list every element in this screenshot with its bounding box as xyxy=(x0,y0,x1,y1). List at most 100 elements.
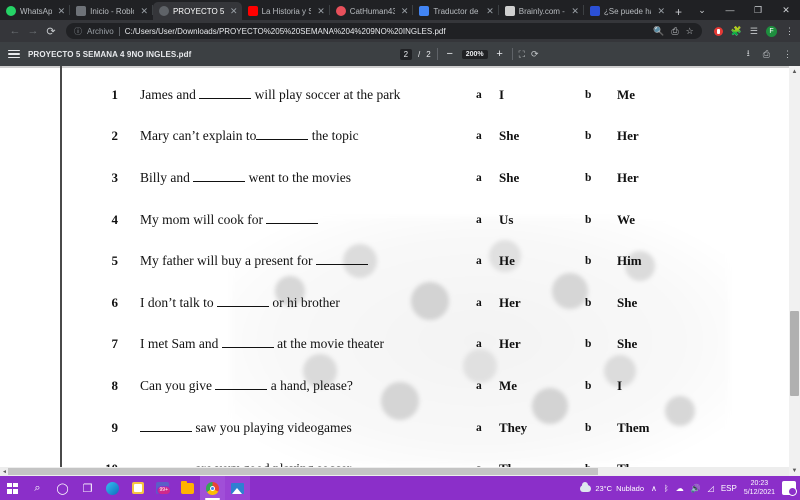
forward-button[interactable]: → xyxy=(24,22,42,40)
chrome-menu-button[interactable]: ⋮ xyxy=(785,26,794,37)
pdf-more-button[interactable]: ⋮ xyxy=(783,49,792,60)
cortana-button[interactable]: ◯ xyxy=(50,476,75,500)
option-a-value[interactable]: She xyxy=(499,170,585,186)
tab-close-icon[interactable]: ✕ xyxy=(56,6,66,16)
current-page-input[interactable]: 2 xyxy=(399,48,413,60)
menu-icon[interactable] xyxy=(8,48,20,61)
browser-tab-sepuedehacer[interactable]: ¿Se puede hac ✕ xyxy=(584,2,669,20)
close-window-button[interactable]: ✕ xyxy=(772,0,800,20)
option-b-value[interactable]: Her xyxy=(617,128,639,144)
vertical-scroll-thumb[interactable] xyxy=(790,311,799,396)
option-b-value[interactable]: Them xyxy=(617,420,650,436)
option-b-value[interactable]: Him xyxy=(617,253,642,269)
option-b-value[interactable]: Me xyxy=(617,87,635,103)
back-button[interactable]: ← xyxy=(6,22,24,40)
new-tab-button[interactable]: + xyxy=(669,4,688,20)
option-b-value[interactable]: We xyxy=(617,212,635,228)
system-tray: 23°C Nublado ∧ ᛒ ☁ 🔊 ◿ ESP 20:23 5/12/20… xyxy=(580,479,800,497)
recording-indicator-icon[interactable] xyxy=(713,26,723,36)
scroll-up-icon[interactable]: ▲ xyxy=(789,66,800,77)
address-bar[interactable]: ⓘ Archivo C:/Users/User/Downloads/PROYEC… xyxy=(66,23,702,39)
option-a-value[interactable]: He xyxy=(499,253,585,269)
tab-search-icon[interactable]: ⌄ xyxy=(688,0,716,20)
file-explorer-button[interactable] xyxy=(175,476,200,500)
tab-close-icon[interactable]: ✕ xyxy=(228,6,238,16)
vertical-scrollbar[interactable]: ▲ ▼ xyxy=(789,66,800,476)
bluetooth-icon[interactable]: ᛒ xyxy=(664,484,669,493)
site-info-icon[interactable]: ⓘ xyxy=(74,26,82,37)
options: a Me b I xyxy=(476,378,622,394)
question-text: Billy and went to the movies xyxy=(140,169,351,185)
photos-button[interactable] xyxy=(225,476,250,500)
profile-avatar[interactable]: F xyxy=(766,25,777,37)
zoom-in-button[interactable]: + xyxy=(494,48,506,60)
browser-tab-roblox[interactable]: Inicio - Roblox ✕ xyxy=(70,2,152,20)
tab-close-icon[interactable]: ✕ xyxy=(315,6,325,16)
option-b-value[interactable]: She xyxy=(617,295,637,311)
tab-title: Traductor de G xyxy=(433,6,480,16)
start-button[interactable] xyxy=(0,476,25,500)
puzzle-extensions-icon[interactable]: 🧩 xyxy=(731,26,742,37)
scroll-down-icon[interactable]: ▼ xyxy=(789,465,800,476)
print-icon[interactable]: ⎙ xyxy=(763,49,770,60)
option-a-value[interactable]: They xyxy=(499,420,585,436)
option-a-value[interactable]: Her xyxy=(499,336,585,352)
browser-tab-proyecto5[interactable]: PROYECTO 5 SE ✕ xyxy=(152,2,242,20)
horizontal-scrollbar[interactable]: ◄ xyxy=(0,467,789,476)
option-a-value[interactable]: Her xyxy=(499,295,585,311)
option-a-value[interactable]: She xyxy=(499,128,585,144)
browser-tab-lahistoria[interactable]: La Historia y Se ✕ xyxy=(242,2,329,20)
notifications-icon[interactable] xyxy=(782,481,797,496)
option-a-value[interactable]: Us xyxy=(499,212,585,228)
question-number: 8 xyxy=(111,377,119,393)
fit-page-icon[interactable]: ⛶ xyxy=(519,49,525,60)
search-icon[interactable]: 🔍 xyxy=(653,26,664,37)
cloud-icon xyxy=(580,481,592,492)
task-view-button[interactable]: ❐ xyxy=(75,476,100,500)
tab-close-icon[interactable]: ✕ xyxy=(655,6,665,16)
language-indicator[interactable]: ESP xyxy=(721,484,737,493)
search-button[interactable]: ⌕ xyxy=(25,476,50,500)
onedrive-icon[interactable]: ☁ xyxy=(676,484,684,493)
option-a-letter: a xyxy=(476,338,482,351)
pdf-page-controls: 2 / 2 − 200% + ⛶ ⟳ xyxy=(399,48,539,60)
tray-expand-icon[interactable]: ∧ xyxy=(651,484,657,493)
weather-widget[interactable]: 23°C Nublado xyxy=(580,481,644,493)
option-b-value[interactable]: I xyxy=(617,378,622,394)
download-icon[interactable]: ⭳ xyxy=(747,46,750,62)
horizontal-scroll-thumb[interactable] xyxy=(8,468,598,475)
maximize-button[interactable]: ❐ xyxy=(744,0,772,20)
tab-title: CatHuman436 xyxy=(349,6,395,16)
wifi-icon[interactable]: ◿ xyxy=(708,484,714,493)
minimize-button[interactable]: — xyxy=(716,0,744,20)
edge-button[interactable] xyxy=(100,476,125,500)
chrome-button[interactable] xyxy=(200,476,225,500)
rotate-icon[interactable]: ⟳ xyxy=(531,49,539,60)
browser-tab-whatsapp[interactable]: WhatsApp ✕ xyxy=(0,2,69,20)
tab-close-icon[interactable]: ✕ xyxy=(399,6,409,16)
pdf-document-area[interactable]: 1 James and will play soccer at the park… xyxy=(0,66,800,476)
zoom-out-button[interactable]: − xyxy=(444,48,456,60)
bookmark-star-icon[interactable]: ☆ xyxy=(686,26,694,37)
option-a-value[interactable]: Me xyxy=(499,378,585,394)
question-number: 6 xyxy=(111,294,119,310)
store-button[interactable] xyxy=(125,476,150,500)
option-a-value[interactable]: I xyxy=(499,87,585,103)
tab-close-icon[interactable]: ✕ xyxy=(138,6,148,16)
option-b-value[interactable]: Her xyxy=(617,170,639,186)
tab-close-icon[interactable]: ✕ xyxy=(569,6,579,16)
option-b-value[interactable]: She xyxy=(617,336,637,352)
browser-tab-traductor[interactable]: Traductor de G ✕ xyxy=(413,2,497,20)
browser-tab-brainly[interactable]: Brainly.com - F ✕ xyxy=(499,2,583,20)
teams-button[interactable]: 99+ xyxy=(150,476,175,500)
share-icon[interactable]: ⎙ xyxy=(671,26,678,37)
reload-button[interactable]: ⟳ xyxy=(42,22,60,40)
clock[interactable]: 20:23 5/12/2021 xyxy=(744,479,775,497)
toolbar-divider xyxy=(511,48,513,60)
volume-icon[interactable]: 🔊 xyxy=(691,484,701,493)
browser-tab-cathuman[interactable]: CatHuman436 ✕ xyxy=(330,2,413,20)
reading-list-icon[interactable]: ☰ xyxy=(750,26,758,37)
tab-close-icon[interactable]: ✕ xyxy=(484,6,494,16)
option-a-letter: a xyxy=(476,255,482,268)
url-text: C:/Users/User/Downloads/PROYECTO%205%20S… xyxy=(124,26,446,36)
